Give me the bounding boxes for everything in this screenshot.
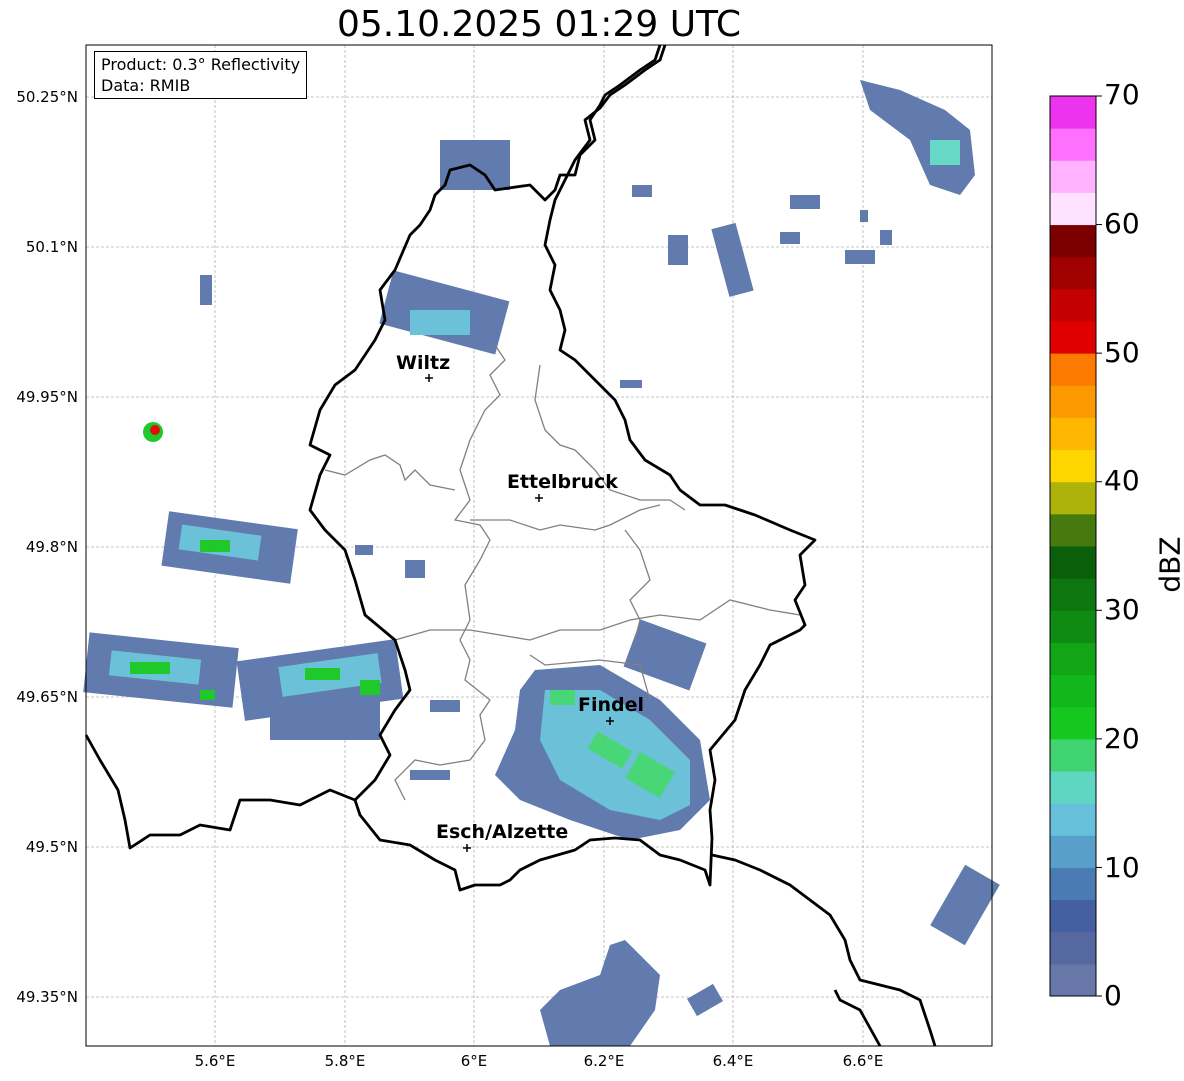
colorbar-swatch [1050, 417, 1096, 451]
colorbar-swatch [1050, 160, 1096, 193]
colorbar-swatch [1050, 256, 1096, 290]
colorbar-swatch [1050, 128, 1096, 161]
colorbar-tick: 20 [1104, 722, 1140, 755]
lat-label: 49.35°N [16, 988, 78, 1006]
lat-label: 50.1°N [26, 238, 78, 256]
colorbar-swatch [1050, 803, 1096, 836]
colorbar-swatch [1050, 481, 1096, 515]
lon-label: 6.2°E [584, 1052, 625, 1070]
colorbar-swatch [1050, 546, 1096, 579]
colorbar-swatch [1050, 321, 1096, 354]
city-label-esch: Esch/Alzette [436, 821, 568, 843]
echo-cluster-south [540, 940, 723, 1046]
lon-label: 6°E [461, 1052, 488, 1070]
city-label-ettelbruck: Ettelbruck [507, 471, 618, 493]
colorbar-tick: 70 [1104, 78, 1140, 111]
colorbar-swatch [1050, 224, 1096, 258]
colorbar-swatch [1050, 835, 1096, 868]
colorbar-swatch [1050, 706, 1096, 740]
lon-label: 6.4°E [713, 1052, 754, 1070]
colorbar-swatch [1050, 385, 1096, 418]
radar-echoes [83, 80, 1000, 1046]
colorbar-swatch [1050, 513, 1096, 547]
lat-label: 50.25°N [16, 88, 78, 106]
data-source-label: Data: RMIB [101, 76, 191, 95]
lat-label: 49.65°N [16, 688, 78, 706]
colorbar-swatch [1050, 353, 1096, 386]
lat-label: 49.8°N [26, 538, 78, 556]
echo-cluster-northeast-core [930, 140, 960, 165]
lon-label: 6.6°E [843, 1052, 884, 1070]
product-label: Product: 0.3° Reflectivity [101, 55, 301, 74]
lon-label: 5.8°E [325, 1052, 366, 1070]
colorbar-tick: 10 [1104, 851, 1140, 884]
colorbar-label: dBZ [1153, 536, 1184, 593]
colorbar-swatch [1050, 642, 1096, 676]
city-label-wiltz: Wiltz [396, 352, 450, 374]
colorbar-swatch [1050, 192, 1096, 226]
longitude-labels: 5.6°E 5.8°E 6°E 6.2°E 6.4°E 6.6°E [195, 1052, 884, 1070]
colorbar-tick: 50 [1104, 336, 1140, 369]
colorbar [1049, 95, 1102, 997]
lat-label: 49.95°N [16, 388, 78, 406]
lon-label: 5.6°E [195, 1052, 236, 1070]
colorbar-swatch [1050, 931, 1096, 965]
colorbar-swatch [1050, 738, 1096, 772]
colorbar-tick: 0 [1104, 979, 1122, 1012]
colorbar-swatch [1050, 610, 1096, 643]
city-marker-wiltz [425, 374, 433, 382]
colorbar-swatch [1050, 288, 1096, 322]
latitude-labels: 50.25°N 50.1°N 49.95°N 49.8°N 49.65°N 49… [16, 88, 78, 1006]
product-info-box: Product: 0.3° Reflectivity Data: RMIB [94, 51, 308, 99]
colorbar-swatch [1050, 578, 1096, 611]
echo-cluster-northeast [711, 80, 1000, 946]
lat-label: 49.5°N [26, 838, 78, 856]
colorbar-swatch [1050, 771, 1096, 804]
colorbar-swatch [1050, 899, 1096, 933]
colorbar-tick: 60 [1104, 207, 1140, 240]
colorbar-tick: 40 [1104, 464, 1140, 497]
city-marker-ettelbruck [535, 494, 543, 502]
colorbar-tick: 30 [1104, 593, 1140, 626]
city-label-findel: Findel [578, 694, 644, 716]
radar-map: Wiltz Ettelbruck Findel Esch/Alzette 50.… [16, 44, 1102, 1070]
colorbar-swatch [1050, 867, 1096, 901]
colorbar-swatch [1050, 449, 1096, 483]
colorbar-swatch [1050, 96, 1096, 129]
radar-site-marker [143, 422, 163, 442]
city-marker-esch [463, 844, 471, 852]
colorbar-swatch [1050, 674, 1096, 708]
colorbar-swatch [1050, 963, 1096, 997]
